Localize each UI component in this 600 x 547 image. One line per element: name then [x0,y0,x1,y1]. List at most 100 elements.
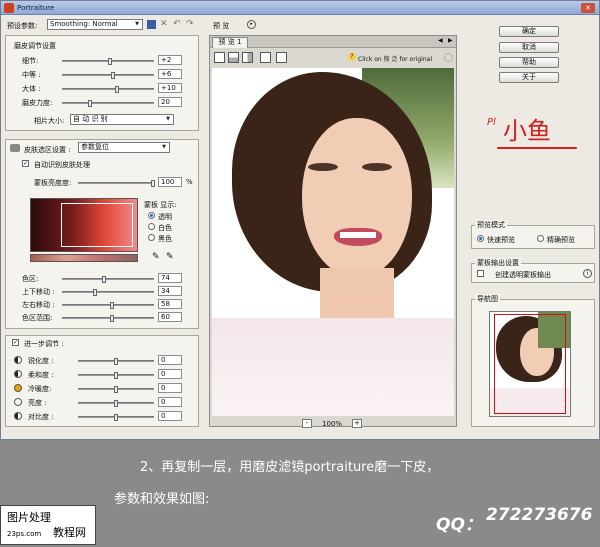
cancel-button[interactable]: 取消 [499,42,559,53]
enhance-row-slider[interactable] [78,414,154,421]
chevron-down-icon: ▼ [166,116,170,122]
enhance-checkbox[interactable]: ✓ [12,339,19,346]
skin-row-slider[interactable] [62,276,154,283]
slider-thumb[interactable] [114,386,118,393]
new-preview-icon[interactable] [260,52,271,63]
smoothing-row-slider[interactable] [62,100,154,107]
mask-transparent-radio[interactable] [148,212,155,219]
slider-thumb[interactable] [111,72,115,79]
eyedropper-icon[interactable]: ✎ [152,252,160,262]
preset-value: Smoothing: Normal [50,20,118,28]
skin-row-slider[interactable] [62,315,154,322]
slider-thumb[interactable] [151,180,155,187]
slider-thumb[interactable] [114,400,118,407]
slider-thumb[interactable] [88,100,92,107]
skin-row-value[interactable]: 74 [158,273,182,283]
copy-preview-icon[interactable] [276,52,287,63]
info-icon[interactable]: i [583,269,592,278]
tab-scroll-right-icon[interactable]: ▶ [448,37,453,44]
slider-thumb[interactable] [102,276,106,283]
skin-row-slider[interactable] [62,302,154,309]
smoothing-row-value[interactable]: +2 [158,55,182,65]
skin-row-value[interactable]: 60 [158,312,182,322]
smoothing-title: 磨皮调节设置 [14,42,56,50]
mask-output-checkbox[interactable] [477,270,484,277]
save-icon[interactable] [147,20,156,29]
zoom-in-button[interactable]: + [352,419,362,428]
tab-scroll-left-icon[interactable]: ◀ [438,37,443,44]
enhance-row-value[interactable]: 0 [158,383,182,393]
tab-preview-1[interactable]: 预 览 1 [212,37,248,48]
enhance-row-value[interactable]: 0 [158,355,182,365]
qq-number: 272273676 [486,505,593,525]
smoothing-row-value[interactable]: +10 [158,83,182,93]
skin-panel: 皮肤选区设置 : 参数复位 ▼ ✓ 自动识别皮肤处理 蒙板亮度度: 100 % … [5,139,199,329]
threshold-dropdown[interactable]: 自 动 识 别 ▼ [70,114,174,125]
left-eye [308,163,338,171]
slider-thumb[interactable] [108,58,112,65]
redo-icon[interactable]: ↷ [186,19,194,29]
view-rectangle[interactable] [494,314,566,414]
mask-black-radio[interactable] [148,234,155,241]
mask-option-label: 黑色 [158,235,172,243]
collapse-icon[interactable] [10,144,20,152]
slider-thumb[interactable] [115,86,119,93]
slider-thumb[interactable] [110,302,114,309]
enhance-panel: ✓ 进一步调节 : 锐化度 : 0 柔和度 : 0 冷暖度: 0 亮度 : 0 对比度 : 0 [5,335,199,427]
smoothing-row-slider[interactable] [62,58,154,65]
smoothing-row-value[interactable]: +6 [158,69,182,79]
logo-text: 小鱼 [503,117,551,145]
caption-line-2: 参数和效果如图: [114,492,210,507]
skin-mode-dropdown[interactable]: 参数复位 ▼ [78,142,170,153]
close-button[interactable]: ✕ [581,3,595,13]
enhance-row-slider[interactable] [78,386,154,393]
preset-dropdown[interactable]: Smoothing: Normal ▼ [47,19,143,30]
slider-thumb[interactable] [114,414,118,421]
color-range-box[interactable] [61,203,133,247]
smoothing-row-value[interactable]: 20 [158,97,182,107]
enhance-row-slider[interactable] [78,358,154,365]
skin-row-label: 上下移动 : [22,288,55,296]
undo-icon[interactable]: ↶ [173,19,181,29]
smoothing-row-label: 中等 : [22,71,41,79]
enhance-row-value[interactable]: 0 [158,369,182,379]
preview-image[interactable] [212,68,454,416]
skin-row-slider[interactable] [62,289,154,296]
ok-button[interactable]: 确定 [499,26,559,37]
zoom-level: 100% [322,420,343,428]
enhance-row-slider[interactable] [78,400,154,407]
color-picker-area[interactable] [30,198,138,252]
help-icon: ? [348,53,356,61]
single-view-icon[interactable] [214,52,225,63]
fast-preview-radio[interactable] [477,235,484,242]
eyedropper-plus-icon[interactable]: ✎ [166,252,174,262]
help-button[interactable]: 帮助 [499,57,559,68]
zoom-out-button[interactable]: - [302,419,312,428]
preset-label: 预设参数: [7,22,38,30]
hue-strip[interactable] [30,254,138,262]
slider-thumb[interactable] [110,315,114,322]
about-button[interactable]: 关于 [499,72,559,83]
delete-icon[interactable]: ✕ [160,19,168,29]
slider-thumb[interactable] [114,358,118,365]
slider-thumb[interactable] [93,289,97,296]
expand-icon[interactable]: ▸ [247,20,256,29]
enhance-row-value[interactable]: 0 [158,397,182,407]
accurate-preview-radio[interactable] [537,235,544,242]
split-h-icon[interactable] [228,52,239,63]
mask-opacity-value[interactable]: 100 [158,177,182,187]
smoothing-row-slider[interactable] [62,86,154,93]
skin-row-value[interactable]: 34 [158,286,182,296]
mask-white-radio[interactable] [148,223,155,230]
enhance-row-label: 对比度 : [28,413,54,421]
mask-opacity-slider[interactable] [78,180,155,187]
smoothing-panel: 磨皮调节设置 细节: +2 中等 : +6 大体 : +10 磨皮力度: 20 相片大小: 自… [5,35,199,131]
skin-row-value[interactable]: 58 [158,299,182,309]
split-v-icon[interactable] [242,52,253,63]
enhance-row-slider[interactable] [78,372,154,379]
navigator-thumbnail[interactable] [489,311,571,417]
enhance-row-value[interactable]: 0 [158,411,182,421]
auto-skin-checkbox[interactable]: ✓ [22,160,29,167]
slider-thumb[interactable] [114,372,118,379]
smoothing-row-slider[interactable] [62,72,154,79]
